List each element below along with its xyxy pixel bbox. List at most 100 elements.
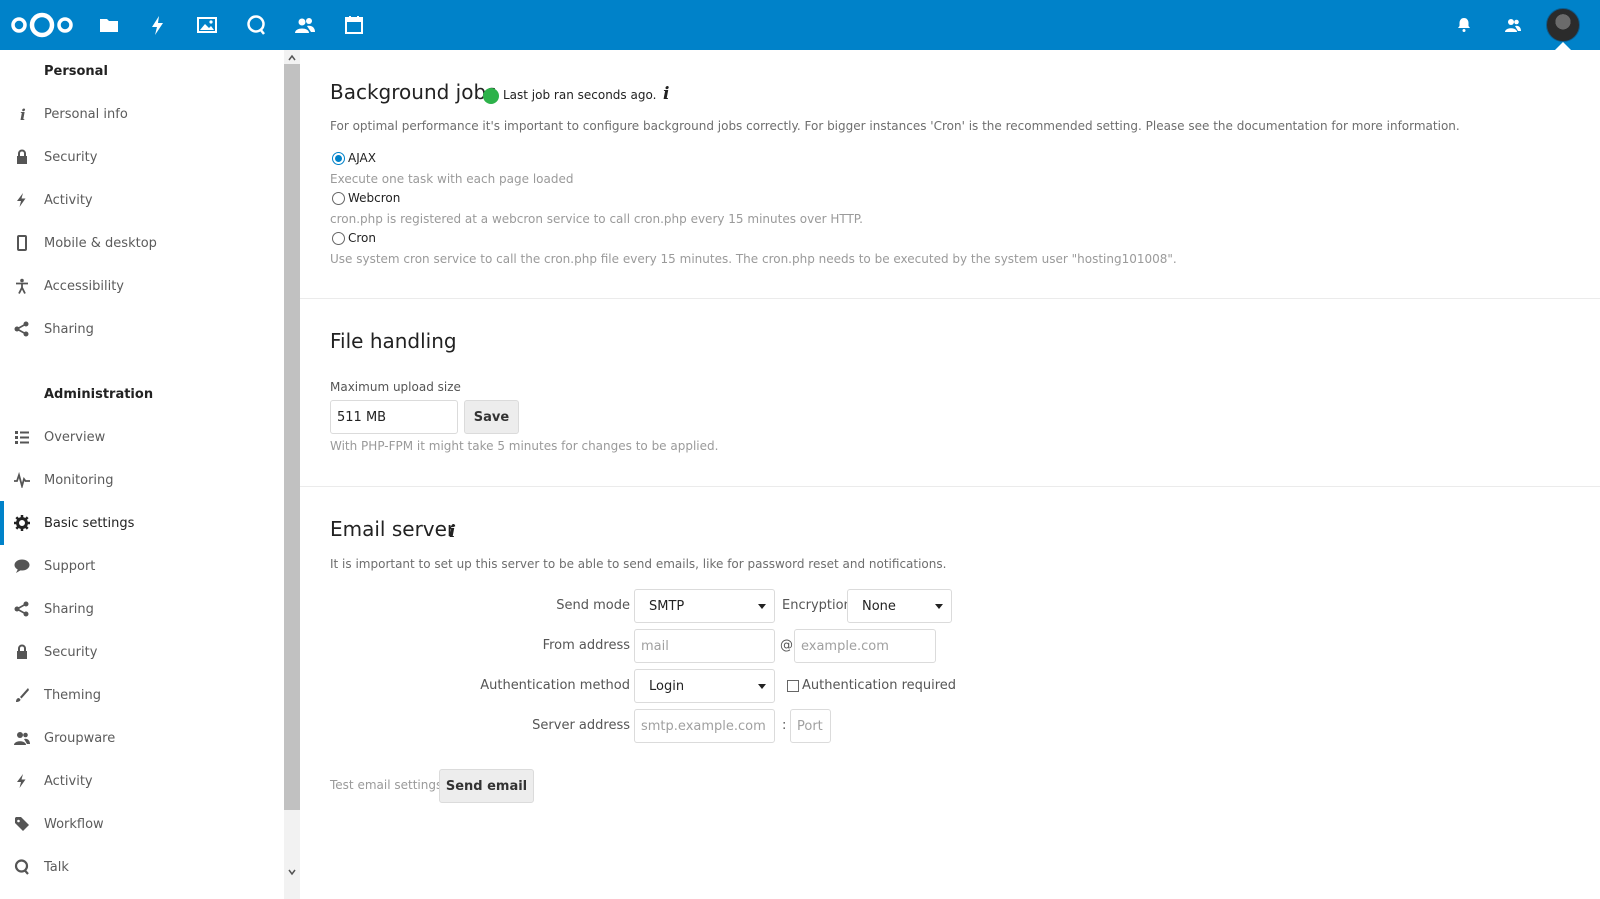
svg-text:i: i <box>449 522 455 540</box>
sidebar-item-label: Personal info <box>44 106 128 122</box>
mail-domain-input[interactable]: example.com <box>794 629 936 663</box>
share-icon <box>14 321 29 337</box>
sidebar-item-overview[interactable]: Overview <box>0 415 284 459</box>
sidebar-item-groupware[interactable]: Groupware <box>0 716 284 760</box>
webcron-label: Webcron <box>348 191 401 205</box>
sidebar-item-personal-activity[interactable]: Activity <box>0 178 284 222</box>
sidebar-item-monitoring[interactable]: Monitoring <box>0 458 284 502</box>
personal-heading: Personal <box>44 64 108 79</box>
sidebar-item-label: Theming <box>44 687 101 703</box>
activity-icon[interactable] <box>147 14 169 36</box>
ajax-radio-option[interactable]: AJAX <box>332 149 376 167</box>
sidebar-item-accessibility[interactable]: Accessibility <box>0 264 284 308</box>
calendar-icon[interactable] <box>343 14 365 36</box>
job-status-text: Last job ran seconds ago. <box>503 88 657 102</box>
encryption-value: None <box>862 598 896 614</box>
auth-method-label: Authentication method <box>480 678 630 693</box>
user-avatar[interactable] <box>1546 8 1580 42</box>
from-address-input[interactable]: mail <box>634 629 775 663</box>
share-icon <box>14 601 29 617</box>
contacts-icon[interactable] <box>294 14 316 36</box>
auth-method-select[interactable]: Login <box>634 669 775 703</box>
scroll-down-arrow-icon[interactable] <box>288 868 296 876</box>
sidebar-item-mobile-desktop[interactable]: Mobile & desktop <box>0 221 284 265</box>
info-icon[interactable]: i <box>446 522 458 540</box>
sidebar-item-label: Activity <box>44 192 93 208</box>
sidebar-item-label: Groupware <box>44 730 116 746</box>
info-icon: i <box>20 106 26 122</box>
sidebar-item-theming[interactable]: Theming <box>0 673 284 717</box>
smtp-port-input[interactable]: Port <box>790 709 831 743</box>
sidebar-item-label: Security <box>44 149 98 165</box>
sidebar-item-label: Basic settings <box>44 515 135 531</box>
lock-icon <box>17 644 27 659</box>
chevron-down-icon <box>758 684 766 689</box>
send-mode-value: SMTP <box>649 598 685 614</box>
gear-icon <box>14 515 30 531</box>
sidebar-item-label: Activity <box>44 773 93 789</box>
webcron-radio[interactable] <box>332 191 345 205</box>
test-email-label: Test email settings <box>330 778 443 792</box>
webcron-radio-option[interactable]: Webcron <box>332 189 400 207</box>
sidebar-item-admin-sharing[interactable]: Sharing <box>0 587 284 631</box>
scroll-up-arrow-icon[interactable] <box>288 54 296 62</box>
max-upload-input[interactable]: 511 MB <box>330 400 458 434</box>
sidebar-item-personal-info[interactable]: i Personal info <box>0 92 284 136</box>
sidebar-item-admin-security[interactable]: Security <box>0 630 284 674</box>
sidebar-item-label: Overview <box>44 429 106 445</box>
server-address-label: Server address <box>532 718 630 733</box>
email-server-section: Email server i It is important to set up… <box>300 487 1600 899</box>
sidebar-item-support[interactable]: Support <box>0 544 284 588</box>
send-mode-select[interactable]: SMTP <box>634 589 775 623</box>
sidebar-item-label: Security <box>44 644 98 660</box>
at-sign: @ <box>780 638 793 653</box>
files-icon[interactable] <box>98 14 120 36</box>
lightning-icon <box>17 193 26 207</box>
nextcloud-logo[interactable] <box>10 9 74 41</box>
cron-radio-option[interactable]: Cron <box>332 229 376 247</box>
sidebar-item-personal-sharing[interactable]: Sharing <box>0 307 284 351</box>
background-jobs-description: For optimal performance it's important t… <box>330 119 1460 133</box>
background-jobs-section: Background jobs Last job ran seconds ago… <box>300 50 1600 299</box>
ajax-hint: Execute one task with each page loaded <box>330 172 574 186</box>
sidebar-item-admin-activity[interactable]: Activity <box>0 759 284 803</box>
sidebar-item-basic-settings[interactable]: Basic settings <box>0 501 284 545</box>
settings-sidebar: Personal i Personal info Security Activi… <box>0 50 300 899</box>
svg-text:i: i <box>663 84 669 102</box>
info-icon[interactable]: i <box>660 84 672 102</box>
cron-radio[interactable] <box>332 231 345 245</box>
auth-required-label: Authentication required <box>802 678 957 693</box>
sidebar-item-workflow[interactable]: Workflow <box>0 802 284 846</box>
chevron-down-icon <box>935 604 943 609</box>
sidebar-item-personal-security[interactable]: Security <box>0 135 284 179</box>
file-handling-section: File handling Maximum upload size 511 MB… <box>300 299 1600 487</box>
save-button[interactable]: Save <box>464 400 519 434</box>
sidebar-item-talk[interactable]: Talk <box>0 845 284 889</box>
talk-icon[interactable] <box>245 14 267 36</box>
ajax-radio[interactable] <box>332 151 345 165</box>
pulse-icon <box>14 472 30 488</box>
notifications-bell-icon[interactable] <box>1456 17 1472 33</box>
avatar-menu-caret-icon <box>1555 42 1571 50</box>
ajax-label: AJAX <box>348 151 376 165</box>
cron-hint: Use system cron service to call the cron… <box>330 252 1177 266</box>
php-fpm-hint: With PHP-FPM it might take 5 minutes for… <box>330 439 719 453</box>
sidebar-scrollbar-thumb[interactable] <box>284 64 300 810</box>
gallery-icon[interactable] <box>196 14 218 36</box>
send-mode-label: Send mode <box>556 598 630 613</box>
auth-required-checkbox[interactable] <box>787 680 799 692</box>
sidebar-item-label: Sharing <box>44 601 94 617</box>
job-status-indicator <box>483 88 499 104</box>
background-jobs-title: Background jobs <box>330 80 497 104</box>
contacts-menu-icon[interactable] <box>1505 17 1521 33</box>
lightning-icon <box>17 774 26 788</box>
sidebar-item-label: Talk <box>44 859 69 875</box>
group-icon <box>14 732 30 745</box>
encryption-select[interactable]: None <box>847 589 952 623</box>
smtp-host-input[interactable]: smtp.example.com <box>634 709 775 743</box>
talk-icon <box>14 859 29 875</box>
auth-method-value: Login <box>649 678 685 694</box>
send-email-button[interactable]: Send email <box>439 769 534 803</box>
administration-heading: Administration <box>44 387 154 402</box>
sidebar-item-label: Support <box>44 558 96 574</box>
